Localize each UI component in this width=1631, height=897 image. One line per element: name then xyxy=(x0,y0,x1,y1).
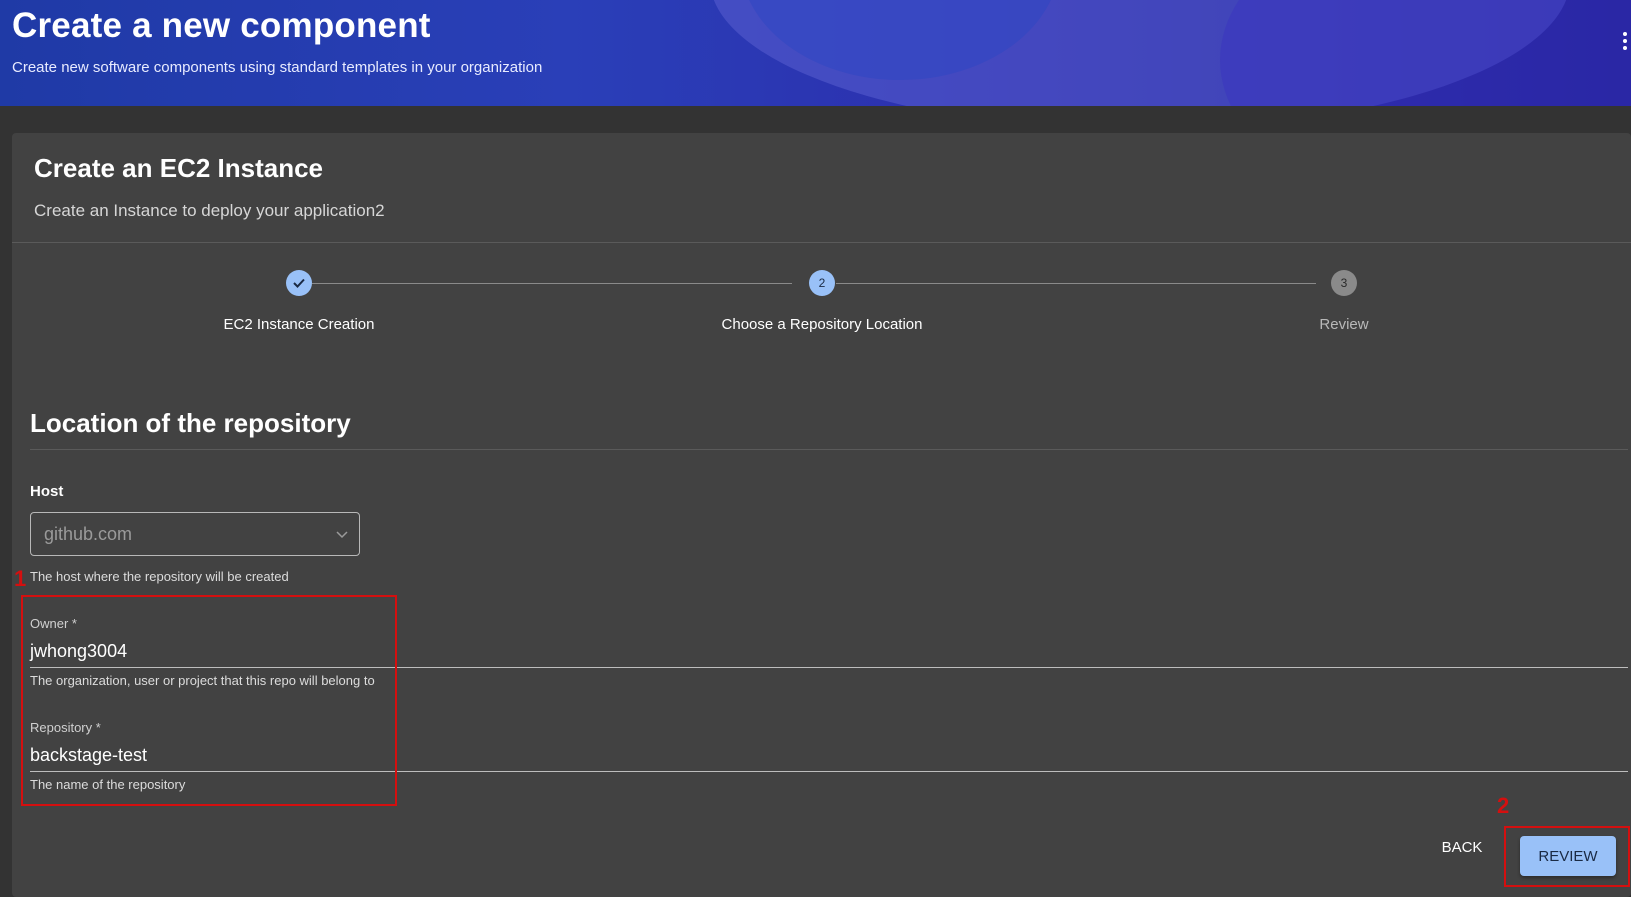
annotation-number-2: 2 xyxy=(1497,793,1510,818)
annotation-box-1 xyxy=(21,595,397,806)
step-3-pending: 3 xyxy=(1331,270,1357,296)
page-header: Create a new component Create new softwa… xyxy=(0,0,1631,106)
check-icon xyxy=(293,278,305,288)
section-divider xyxy=(30,449,1628,450)
step-connector-1 xyxy=(312,283,792,284)
card-divider xyxy=(12,242,1631,243)
step-connector-2 xyxy=(836,283,1316,284)
template-description: Create an Instance to deploy your applic… xyxy=(34,201,385,220)
step-2-active: 2 xyxy=(809,270,835,296)
step-1-completed xyxy=(286,270,312,296)
host-select-value: github.com xyxy=(44,524,133,544)
more-options-icon[interactable] xyxy=(1619,30,1631,54)
step-1-label: EC2 Instance Creation xyxy=(223,316,375,333)
annotation-number-1: 1 xyxy=(14,566,27,591)
chevron-down-icon xyxy=(336,531,348,539)
step-3-label: Review xyxy=(1319,316,1369,333)
host-select[interactable]: github.com xyxy=(30,512,360,556)
step-2-label: Choose a Repository Location xyxy=(721,316,923,333)
template-title: Create an EC2 Instance xyxy=(34,153,324,183)
review-button[interactable]: REVIEW xyxy=(1520,836,1616,876)
back-button[interactable]: BACK xyxy=(1432,835,1492,859)
page-title: Create a new component xyxy=(12,6,431,45)
host-label: Host xyxy=(30,483,64,500)
host-helper-text: The host where the repository will be cr… xyxy=(30,569,289,584)
page-subtitle: Create new software components using sta… xyxy=(12,59,543,76)
form-section-title: Location of the repository xyxy=(30,408,351,438)
